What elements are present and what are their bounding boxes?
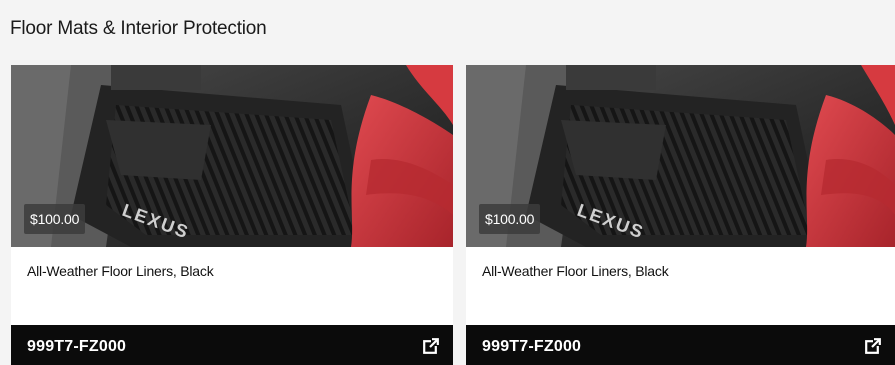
external-link-icon[interactable] [865,338,881,354]
product-footer: 999T7-FZ000 [466,325,895,365]
product-card[interactable]: LEXUS $100.00 All-Weather Floor Liners, … [466,65,895,365]
part-number: 999T7-FZ000 [482,338,582,355]
price-badge: $100.00 [24,204,86,234]
product-image[interactable]: LEXUS $100.00 [466,65,895,247]
product-image[interactable]: LEXUS $100.00 [11,65,453,247]
product-name[interactable]: All-Weather Floor Liners, Black [27,263,214,279]
external-link-icon[interactable] [423,338,439,354]
product-name[interactable]: All-Weather Floor Liners, Black [482,263,669,279]
part-number: 999T7-FZ000 [27,338,127,355]
price-badge: $100.00 [479,204,541,234]
product-footer: 999T7-FZ000 [11,325,453,365]
floor-mats-section: Floor Mats & Interior Protection LEXUS $… [0,0,895,365]
section-title: Floor Mats & Interior Protection [10,18,267,39]
product-card[interactable]: LEXUS $100.00 All-Weather Floor Liners, … [11,65,453,365]
